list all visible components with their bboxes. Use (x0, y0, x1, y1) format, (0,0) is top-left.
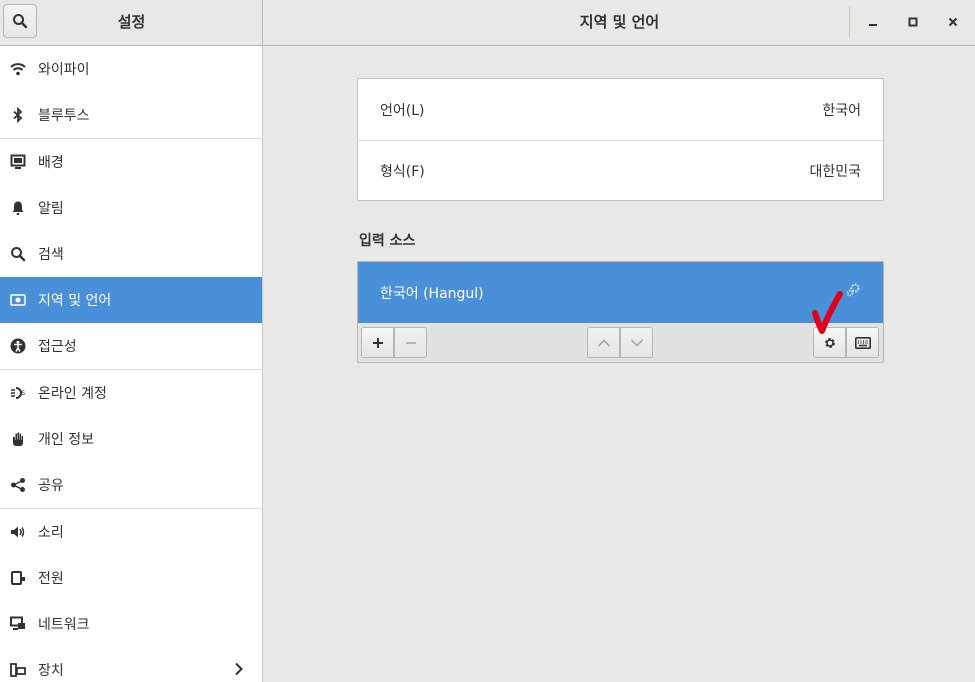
maximize-icon (908, 17, 918, 27)
minimize-button[interactable] (859, 8, 887, 36)
sidebar-item-privacy[interactable]: 개인 정보 (0, 416, 262, 462)
window-controls-separator (849, 6, 850, 38)
power-icon (10, 570, 26, 586)
privacy-hand-icon (10, 431, 26, 447)
chevron-down-icon (630, 338, 643, 347)
region-icon (10, 292, 26, 308)
sidebar-item-label: 장치 (38, 663, 64, 679)
language-row[interactable]: 언어(L) 한국어 (358, 79, 883, 140)
search-icon (10, 246, 26, 262)
sidebar-item-label: 검색 (38, 247, 64, 263)
input-source-item[interactable]: 한국어 (Hangul) (358, 262, 883, 323)
sidebar-item-label: 전원 (38, 571, 64, 587)
search-button[interactable] (3, 4, 37, 38)
maximize-button[interactable] (899, 8, 927, 36)
sidebar-title: 설정 (117, 13, 146, 31)
sidebar-item-label: 접근성 (38, 339, 77, 355)
sidebar-item-wifi[interactable]: 와이파이 (0, 46, 262, 92)
main-panel: 언어(L) 한국어 형식(F) 대한민국 입력 소스 한국어 (Hangul) (264, 46, 975, 682)
sidebar-item-sound[interactable]: 소리 (0, 509, 262, 555)
sidebar-item-label: 블루투스 (38, 108, 90, 124)
move-down-button[interactable] (620, 327, 653, 358)
formats-label: 형식(F) (380, 164, 425, 180)
sidebar-item-region-language[interactable]: 지역 및 언어 (0, 277, 262, 323)
input-source-label: 한국어 (Hangul) (380, 285, 484, 302)
svg-text:s: s (21, 388, 25, 397)
minus-icon (405, 341, 416, 344)
sidebar-item-label: 개인 정보 (38, 432, 94, 448)
language-formats-card: 언어(L) 한국어 형식(F) 대한민국 (357, 78, 884, 201)
sidebar-item-label: 네트워크 (38, 617, 90, 633)
sidebar-item-notifications[interactable]: 알림 (0, 185, 262, 231)
language-value: 한국어 (822, 102, 861, 119)
sidebar-item-label: 지역 및 언어 (38, 293, 112, 309)
sidebar-item-online-accounts[interactable]: s 온라인 계정 (0, 370, 262, 416)
sidebar-item-bluetooth[interactable]: 블루투스 (0, 92, 262, 138)
speaker-icon (10, 524, 26, 540)
bluetooth-icon (10, 107, 26, 123)
sidebar-item-network[interactable]: 네트워크 (0, 601, 262, 647)
sidebar-item-power[interactable]: 전원 (0, 555, 262, 601)
sidebar-item-label: 배경 (38, 155, 64, 171)
formats-value: 대한민국 (809, 164, 861, 180)
accessibility-icon (10, 338, 26, 354)
bell-icon (10, 200, 26, 216)
chevron-right-icon (234, 662, 244, 680)
remove-input-source-button[interactable] (394, 327, 427, 358)
plus-icon (372, 337, 383, 348)
gears-icon (845, 282, 861, 302)
add-input-source-button[interactable] (361, 327, 394, 358)
sidebar-item-accessibility[interactable]: 접근성 (0, 323, 262, 369)
search-icon (13, 14, 28, 29)
share-icon (10, 477, 26, 493)
sidebar-item-label: 공유 (38, 478, 64, 494)
input-sources-list: 한국어 (Hangul) (357, 261, 884, 363)
red-checkmark-annotation (812, 291, 843, 334)
devices-icon (10, 662, 26, 678)
keyboard-icon (854, 336, 871, 349)
close-icon (948, 17, 958, 27)
online-accounts-icon: s (10, 385, 26, 401)
sidebar: 와이파이 블루투스 배경 알림 검색 지역 및 언어 접근성 s 온라인 계정 … (0, 46, 263, 682)
chevron-up-icon (597, 338, 610, 347)
sidebar-item-label: 온라인 계정 (38, 386, 107, 402)
input-sources-title: 입력 소스 (359, 233, 416, 249)
sidebar-item-label: 소리 (38, 525, 64, 541)
move-up-button[interactable] (587, 327, 620, 358)
sidebar-item-sharing[interactable]: 공유 (0, 462, 262, 508)
gear-icon (824, 337, 835, 348)
keyboard-layout-button[interactable] (846, 327, 879, 358)
minimize-icon (869, 24, 877, 26)
network-icon (10, 616, 26, 632)
sidebar-item-label: 알림 (38, 201, 64, 217)
sidebar-item-background[interactable]: 배경 (0, 139, 262, 185)
sidebar-item-search[interactable]: 검색 (0, 231, 262, 277)
sidebar-item-label: 와이파이 (38, 62, 90, 78)
sidebar-item-devices[interactable]: 장치 (0, 647, 262, 682)
close-button[interactable] (939, 8, 967, 36)
language-label: 언어(L) (380, 102, 425, 119)
formats-row[interactable]: 형식(F) 대한민국 (358, 140, 883, 201)
background-icon (10, 154, 26, 170)
input-sources-toolbar (358, 323, 883, 363)
wifi-icon (10, 61, 26, 77)
header-bar: 설정 지역 및 언어 (0, 0, 975, 46)
sidebar-header: 설정 (0, 0, 263, 45)
